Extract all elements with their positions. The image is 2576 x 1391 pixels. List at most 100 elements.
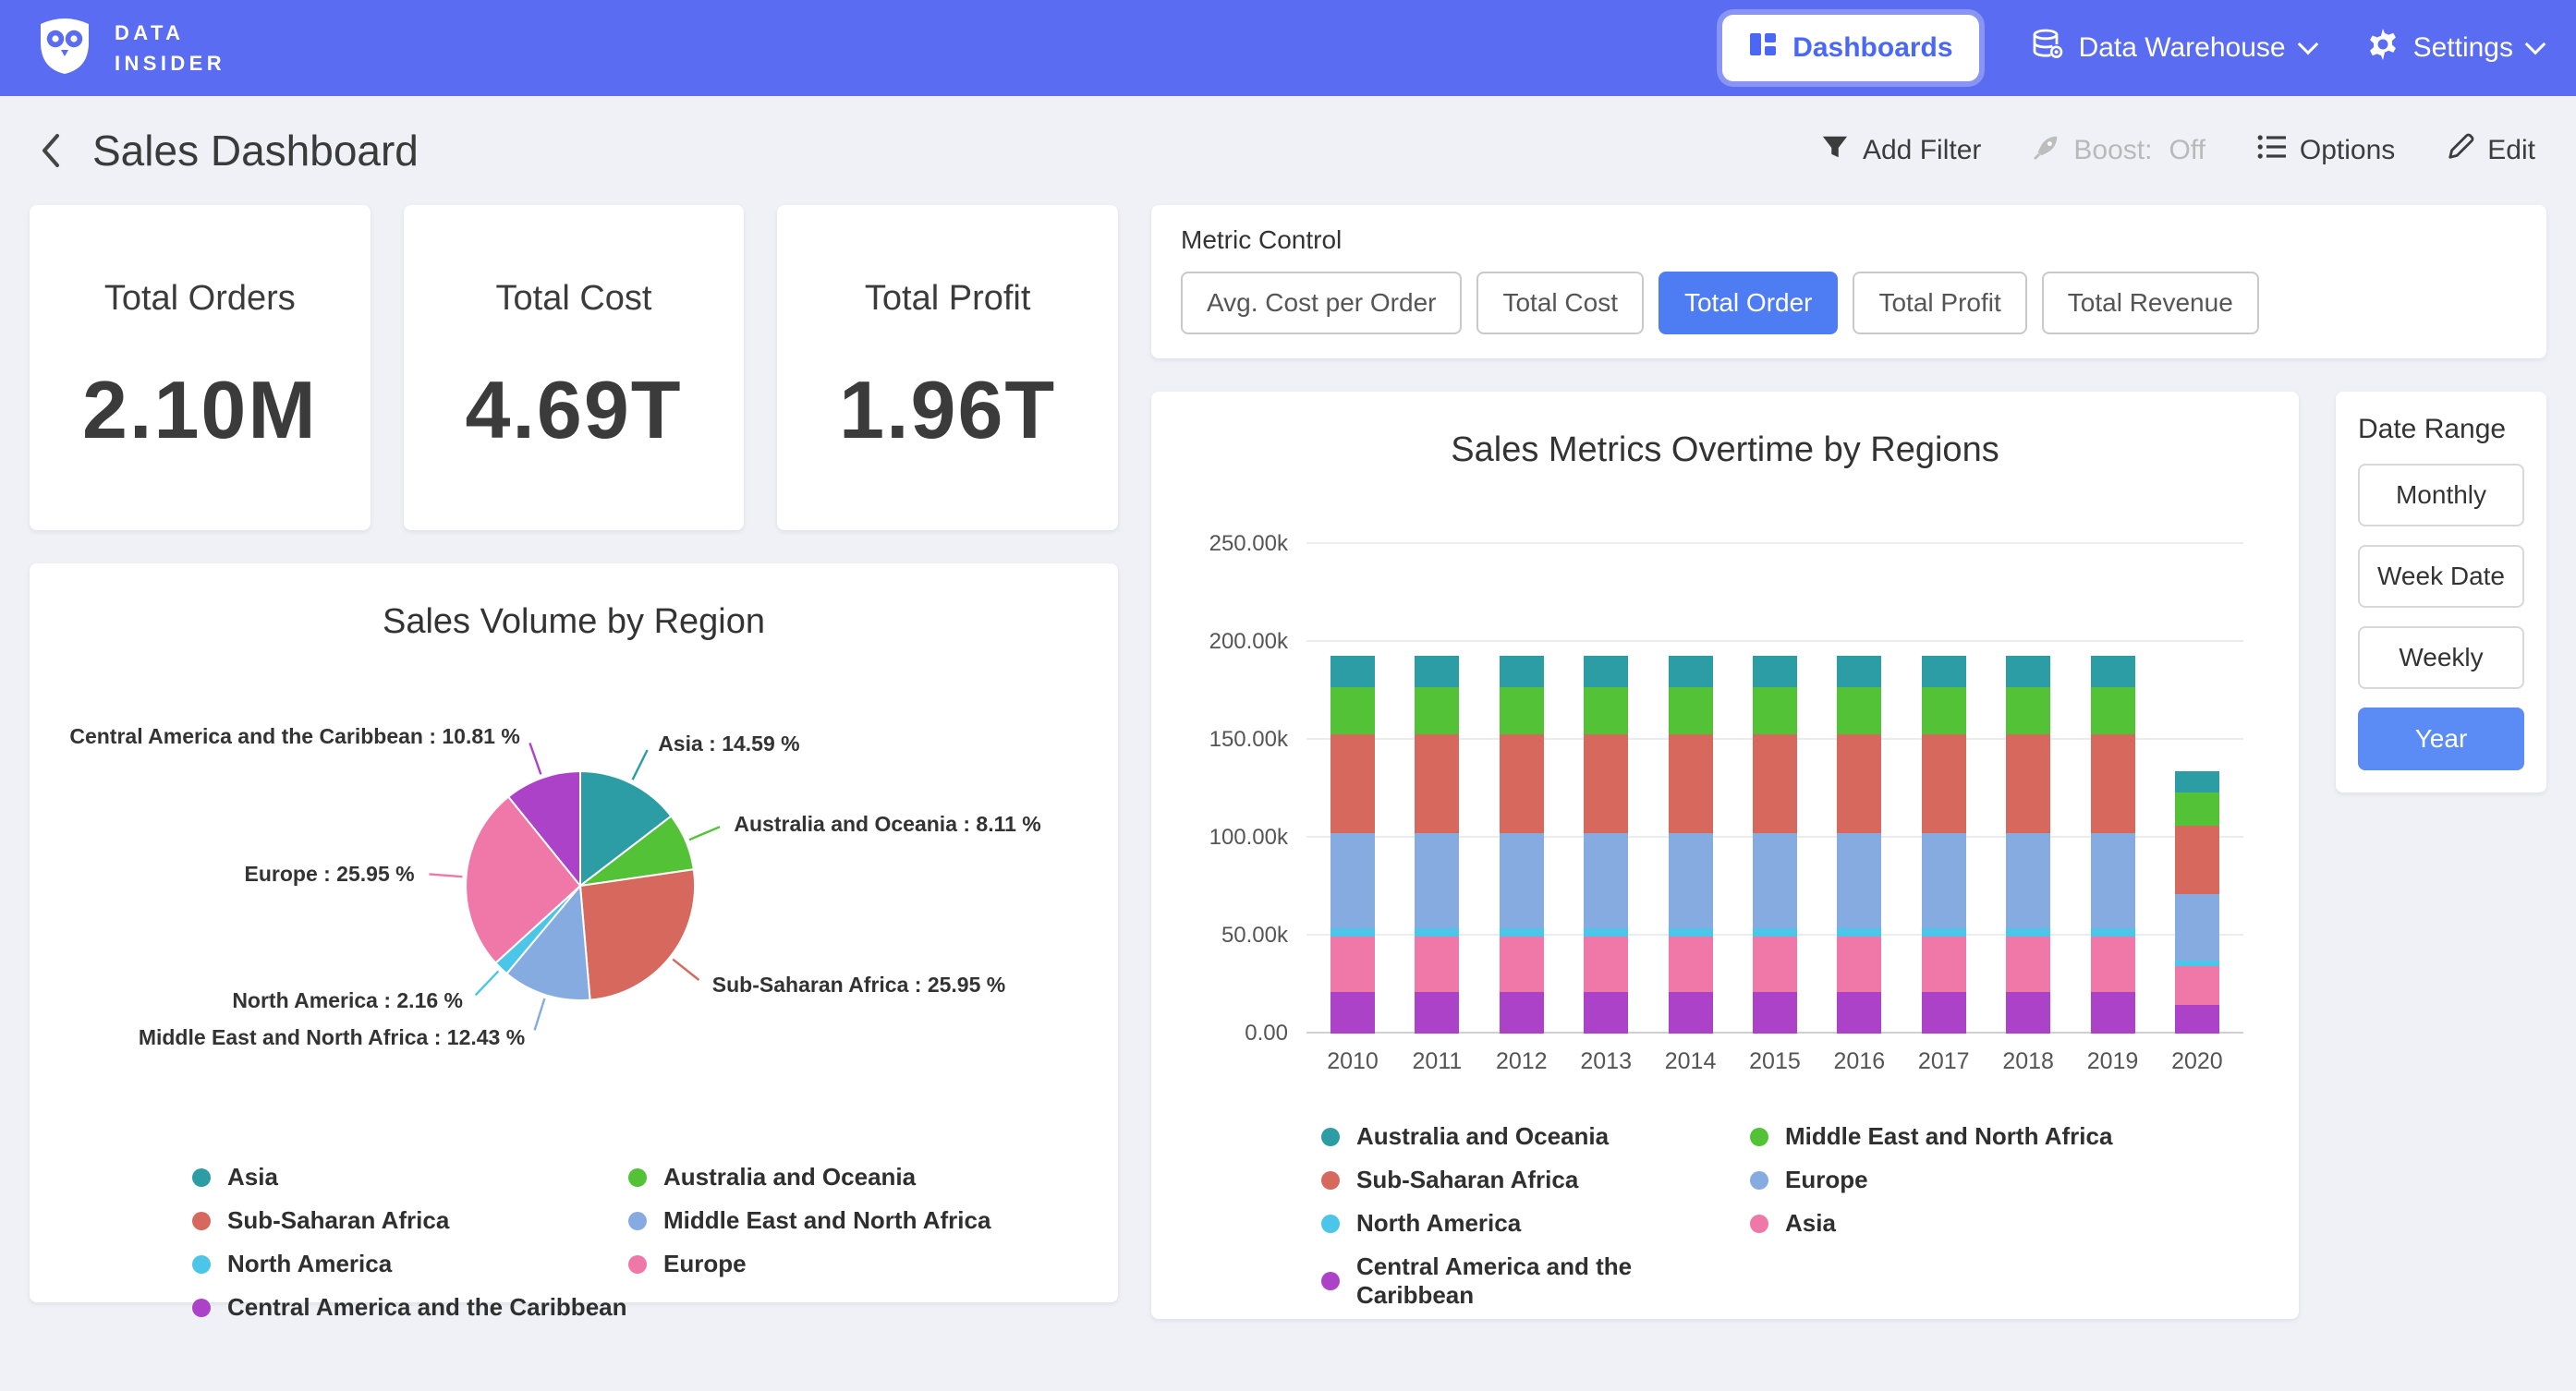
pencil-icon (2447, 133, 2474, 168)
legend-label: Middle East and North Africa (1785, 1122, 2112, 1151)
bar-segment (2175, 792, 2219, 826)
legend-label: Sub-Saharan Africa (227, 1206, 449, 1235)
kpi-label: Total Cost (404, 279, 745, 319)
legend-column: Middle East and North Africa Europe Asia (1750, 1122, 2112, 1310)
x-axis-label: 2020 (2175, 1048, 2219, 1078)
pie-chart: Asia : 14.59 %Australia and Oceania : 8.… (30, 642, 1118, 1144)
legend-label: Asia (1785, 1209, 1836, 1238)
back-button[interactable] (41, 132, 63, 169)
metric-button[interactable]: Total Revenue (2042, 272, 2259, 334)
bar-segment (2006, 656, 2050, 686)
brand[interactable]: DATA INSIDER (33, 13, 225, 83)
bar-segment (2006, 928, 2050, 937)
bar-segment (1500, 656, 1544, 686)
bar-legend: Australia and OceaniaSub-Saharan AfricaN… (1151, 1122, 2299, 1310)
bar-segment (2091, 687, 2135, 734)
edit-label: Edit (2487, 135, 2535, 166)
nav-data-warehouse[interactable]: Data Warehouse (2031, 29, 2315, 67)
metric-button[interactable]: Avg. Cost per Order (1181, 272, 1462, 334)
metric-button[interactable]: Total Order (1659, 272, 1839, 334)
nav-settings[interactable]: Settings (2367, 29, 2543, 67)
boost-toggle[interactable]: Boost:Off (2033, 133, 2205, 168)
kpi-card-total-profit: Total Profit 1.96T (777, 205, 1118, 530)
bar-column (2175, 771, 2219, 1034)
legend-dot (628, 1212, 647, 1230)
pie-callout-label: Europe : 25.95 % (245, 862, 415, 886)
pie-chart-svg: Asia : 14.59 %Australia and Oceania : 8.… (30, 642, 1118, 1144)
nav-dashboards-button[interactable]: Dashboards (1722, 15, 1978, 81)
boost-label: Boost: (2073, 135, 2152, 166)
kpi-label: Total Orders (30, 279, 371, 319)
bar-segment (1331, 937, 1375, 992)
bar-column (1669, 656, 1713, 1034)
legend-dot (192, 1168, 211, 1187)
owl-logo-icon (33, 13, 96, 83)
legend-item: North America (192, 1250, 628, 1278)
bar-segment (1922, 937, 1966, 992)
bar-segment (1669, 928, 1713, 937)
legend-label: Middle East and North Africa (663, 1206, 990, 1235)
y-axis-tick: 100.00k (1209, 825, 1288, 851)
metric-control-card: Metric Control Avg. Cost per OrderTotal … (1151, 205, 2546, 358)
bar-segment (1669, 992, 1713, 1034)
metric-button[interactable]: Total Profit (1853, 272, 2026, 334)
metric-button[interactable]: Total Cost (1476, 272, 1644, 334)
legend-item: Europe (1750, 1166, 2112, 1194)
kpi-label: Total Profit (777, 279, 1118, 319)
bar-segment (1753, 656, 1797, 686)
bar-segment (1331, 833, 1375, 928)
bar-segment (1922, 734, 1966, 833)
bar-segment (1415, 656, 1459, 686)
options-button[interactable]: Options (2257, 134, 2395, 167)
date-range-buttons: Monthly Week Date Weekly Year (2358, 464, 2524, 770)
bar-plot: 0.0050.00k100.00k150.00k200.00k250.00k (1306, 544, 2243, 1034)
bar-segment (1331, 992, 1375, 1034)
legend-label: Europe (1785, 1166, 1868, 1194)
date-range-button[interactable]: Weekly (2358, 626, 2524, 689)
bar-segment (1753, 734, 1797, 833)
legend-column: Australia and OceaniaMiddle East and Nor… (628, 1163, 990, 1322)
bar-segment (2175, 894, 2219, 960)
add-filter-button[interactable]: Add Filter (1820, 133, 1981, 168)
bar-segment (2006, 687, 2050, 734)
bar-segment (1331, 656, 1375, 686)
date-range-button[interactable]: Week Date (2358, 545, 2524, 608)
legend-dot (1321, 1215, 1340, 1233)
bar-chart-title: Sales Metrics Overtime by Regions (1151, 392, 2299, 470)
bar-segment (1584, 937, 1628, 992)
pie-chart-card: Sales Volume by Region Asia : 14.59 %Aus… (30, 563, 1118, 1302)
metric-buttons: Avg. Cost per OrderTotal CostTotal Order… (1181, 272, 2517, 334)
database-icon (2031, 29, 2064, 67)
pie-slice[interactable] (580, 869, 695, 999)
bar-segment (1669, 734, 1713, 833)
pie-callout-line (535, 998, 545, 1030)
nav-dashboards-label: Dashboards (1792, 32, 1952, 64)
edit-button[interactable]: Edit (2447, 133, 2535, 168)
bar-segment (1922, 992, 1966, 1034)
bar-segment (1922, 656, 1966, 686)
bar-column (2006, 656, 2050, 1034)
legend-label: Europe (663, 1250, 747, 1278)
nav-data-warehouse-label: Data Warehouse (2079, 32, 2286, 64)
bar-segment (1669, 833, 1713, 928)
legend-label: Australia and Oceania (1356, 1122, 1609, 1151)
bar-segment (2006, 937, 2050, 992)
bar-segment (1500, 734, 1544, 833)
chevron-down-icon (2525, 34, 2546, 55)
brand-line1: DATA (115, 18, 225, 48)
pie-callout-label: Australia and Oceania : 8.11 % (734, 812, 1040, 836)
date-range-button[interactable]: Year (2358, 708, 2524, 770)
legend-dot (1321, 1171, 1340, 1190)
date-range-button[interactable]: Monthly (2358, 464, 2524, 526)
legend-label: Sub-Saharan Africa (1356, 1166, 1578, 1194)
legend-item: Middle East and North Africa (1750, 1122, 2112, 1151)
bar-segment (1669, 687, 1713, 734)
legend-dot (192, 1255, 211, 1274)
bar-column (1753, 656, 1797, 1034)
bars-container (1306, 544, 2243, 1034)
bar-xlabels: 2010201120122013201420152016201720182019… (1306, 1048, 2243, 1078)
page-title: Sales Dashboard (92, 126, 419, 175)
y-axis-tick: 200.00k (1209, 629, 1288, 655)
pie-callout-line (689, 827, 720, 840)
x-axis-label: 2016 (1837, 1048, 1881, 1078)
